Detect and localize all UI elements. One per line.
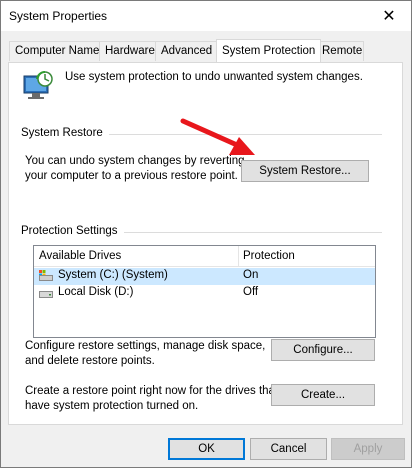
system-restore-desc-line2: your computer to a previous restore poin… [25,170,238,182]
apply-button[interactable]: Apply [331,438,405,460]
drives-list-header: Available Drives Protection [34,246,375,267]
tab-hardware[interactable]: Hardware [99,41,156,61]
system-protection-icon [23,70,53,99]
create-desc-line2: have system protection turned on. [25,400,199,412]
system-restore-desc-line1: You can undo system changes by reverting [25,155,245,167]
tab-advanced[interactable]: Advanced [155,41,217,61]
column-header-protection[interactable]: Protection [243,250,295,262]
cancel-button[interactable]: Cancel [250,438,327,460]
drives-list[interactable]: Available Drives Protection System (C:) … [33,245,376,338]
system-drive-icon [39,270,53,281]
system-restore-group-label: System Restore [21,127,109,139]
protection-settings-group-label: Protection Settings [21,225,124,237]
configure-button[interactable]: Configure... [271,339,375,361]
title-bar: System Properties ✕ [1,1,411,31]
configure-desc-line1: Configure restore settings, manage disk … [25,340,266,352]
disk-drive-icon [39,291,53,298]
column-separator[interactable] [238,246,239,266]
configure-desc-line2: and delete restore points. [25,355,155,367]
tab-remote[interactable]: Remote [316,41,364,61]
create-button[interactable]: Create... [271,384,375,406]
drive-row-system[interactable]: System (C:) (System) On [34,268,375,285]
system-restore-button[interactable]: System Restore... [241,160,369,182]
drive-protection-status: On [243,269,259,281]
close-icon[interactable]: ✕ [367,1,411,31]
drive-name: System (C:) (System) [58,269,168,281]
drive-name: Local Disk (D:) [58,286,134,298]
column-header-available-drives[interactable]: Available Drives [39,250,121,262]
create-desc-line1: Create a restore point right now for the… [25,385,279,397]
system-properties-window: System Properties ✕ Computer Name Hardwa… [0,0,412,468]
tab-system-protection[interactable]: System Protection [216,39,321,62]
tab-computer-name[interactable]: Computer Name [9,41,100,61]
drive-row-local-disk[interactable]: Local Disk (D:) Off [34,285,375,302]
intro-text: Use system protection to undo unwanted s… [65,71,363,83]
window-title: System Properties [9,9,108,23]
system-protection-panel: Use system protection to undo unwanted s… [8,62,403,425]
drive-protection-status: Off [243,286,259,298]
ok-button[interactable]: OK [168,438,245,460]
